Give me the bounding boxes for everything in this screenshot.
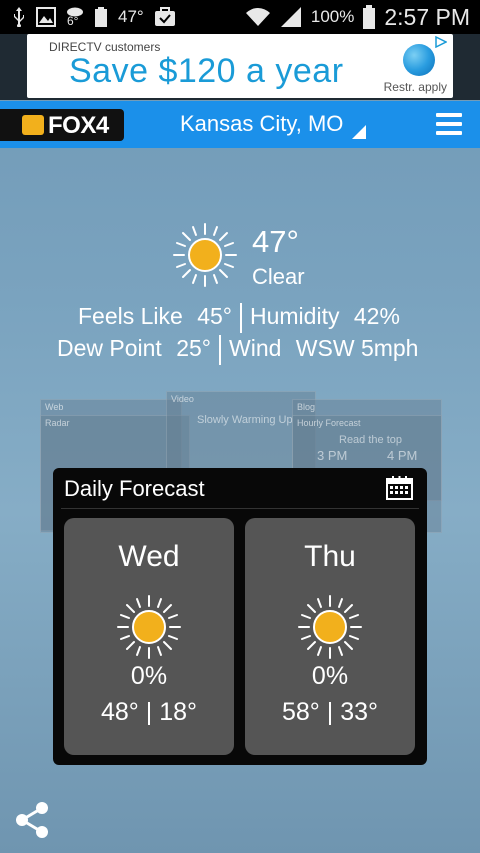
ad-disclaimer: Restr. apply — [383, 80, 447, 94]
divider — [240, 303, 242, 333]
image-icon — [36, 7, 56, 27]
signal-icon — [280, 7, 301, 27]
conditions-row-2: Dew Point 25° Wind WSW 5mph — [57, 335, 418, 365]
battery-small-icon — [95, 7, 107, 27]
status-bar: 6° 47° 100% 2:57 PM — [0, 0, 480, 34]
day-card-thu[interactable]: Thu 0% 58° | 33° — [245, 518, 415, 755]
daily-forecast-card[interactable]: Daily Forecast Wed 0% 48° | 18° Thu 0% 5… — [53, 468, 427, 765]
feels-like-value: 45° — [197, 303, 232, 330]
calendar-icon[interactable] — [386, 475, 413, 500]
high-low: 58° | 33° — [282, 698, 378, 726]
usb-icon — [14, 7, 24, 27]
current-condition: Clear — [252, 264, 305, 289]
menu-bar-icon — [436, 113, 462, 117]
menu-bar-icon — [436, 131, 462, 135]
wind-label: Wind — [229, 335, 282, 362]
precip-chance: 0% — [130, 662, 168, 690]
current-temp: 47° — [252, 224, 299, 259]
battery-icon — [363, 5, 376, 29]
humidity-value: 42% — [353, 303, 400, 330]
wifi-icon — [245, 8, 270, 26]
dew-point-label: Dew Point — [57, 335, 162, 362]
ad-container: DIRECTV customers Save $120 a year Restr… — [0, 34, 480, 100]
notif-temp: 6° — [67, 14, 79, 28]
fox4-logo: FOX4 — [0, 109, 124, 141]
sun-icon — [117, 595, 181, 659]
dropdown-triangle-icon[interactable] — [352, 125, 366, 139]
feels-like-label: Feels Like — [78, 303, 183, 330]
daily-forecast-title: Daily Forecast — [64, 476, 205, 501]
video-card-label: Video — [171, 394, 194, 404]
hour-b-label: 4 PM — [387, 448, 418, 463]
video-card-text: Slowly Warming Up — [197, 414, 293, 426]
share-icon[interactable] — [12, 800, 52, 840]
status-time: 2:57 PM — [384, 3, 470, 30]
blog-card-label: Blog — [297, 402, 316, 412]
high-low: 48° | 18° — [101, 698, 197, 726]
att-logo-icon — [403, 44, 435, 76]
wind-value: WSW 5mph — [295, 335, 419, 362]
day-name: Thu — [304, 540, 356, 573]
conditions-row-1: Feels Like 45° Humidity 42% — [78, 303, 400, 333]
day-card-wed[interactable]: Wed 0% 48° | 18° — [64, 518, 234, 755]
hourly-card-text: Read the top — [339, 434, 402, 446]
dew-point-value: 25° — [176, 335, 211, 362]
briefcase-icon — [154, 7, 175, 26]
sun-icon — [298, 595, 362, 659]
weather-icon: 6° — [66, 5, 84, 29]
precip-chance: 0% — [311, 662, 349, 690]
sun-icon — [173, 223, 237, 287]
menu-button[interactable] — [436, 113, 462, 135]
logo-text: FOX4 — [48, 112, 109, 139]
divider — [219, 335, 221, 365]
battery-percent: 100% — [310, 7, 355, 26]
web-card-label: Web — [45, 402, 64, 412]
logo-square-icon — [22, 115, 44, 135]
ad-choices-icon[interactable] — [435, 36, 447, 48]
status-temp: 47° — [118, 7, 144, 26]
day-name: Wed — [118, 540, 180, 573]
hourly-card-label: Hourly Forecast — [297, 418, 361, 428]
ad-headline: Save $120 a year — [69, 52, 344, 90]
location-selector[interactable]: Kansas City, MO — [180, 111, 343, 137]
menu-bar-icon — [436, 122, 462, 126]
app-header: FOX4 Kansas City, MO — [0, 101, 480, 148]
humidity-label: Humidity — [250, 303, 340, 330]
divider — [61, 508, 419, 509]
ad-banner[interactable]: DIRECTV customers Save $120 a year Restr… — [27, 34, 453, 98]
radar-card-label: Radar — [45, 418, 70, 428]
hour-a-label: 3 PM — [317, 448, 348, 463]
